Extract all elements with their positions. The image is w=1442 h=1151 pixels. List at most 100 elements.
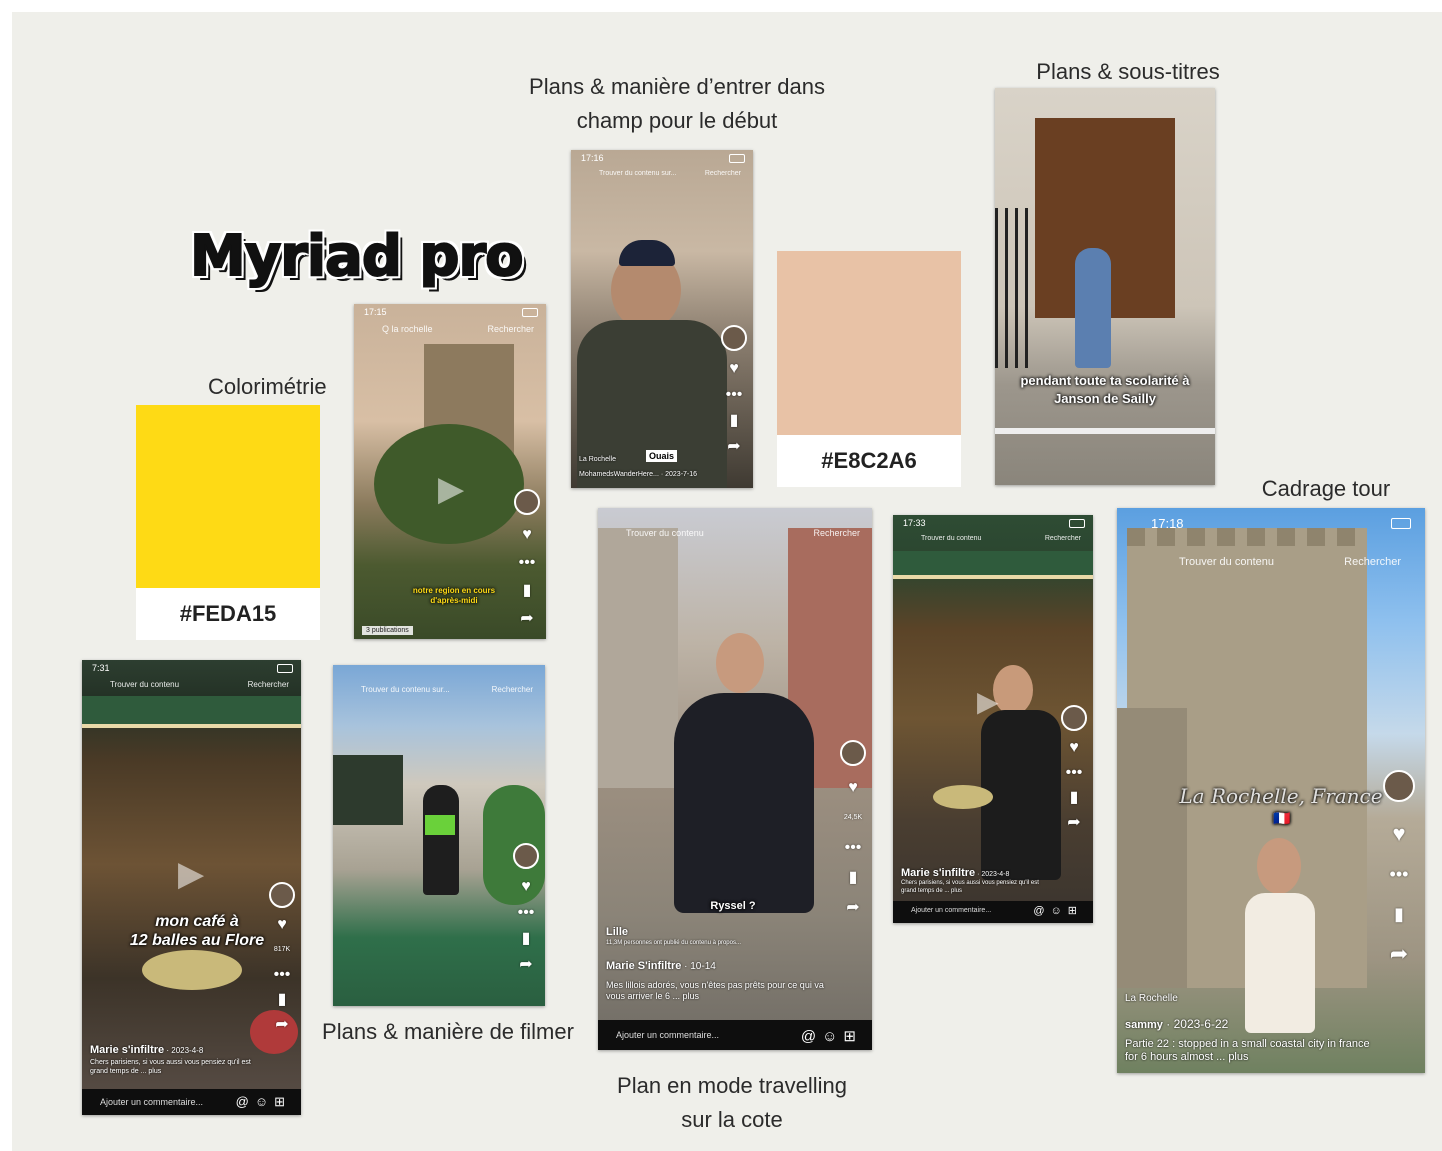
username[interactable]: sammy xyxy=(1125,1019,1163,1031)
play-icon[interactable]: ▶ xyxy=(977,685,999,718)
comment-input[interactable]: Ajouter un commentaire... xyxy=(911,907,991,914)
comment-bar-icons[interactable]: @☺⊞ xyxy=(236,1094,291,1110)
caption-text: Partie 22 : stopped in a small coastal c… xyxy=(1125,1038,1370,1063)
bookmark-icon[interactable]: ▮ xyxy=(730,413,739,429)
label-travelling: Plan en mode travelling sur la cote xyxy=(598,1069,866,1137)
person-shape xyxy=(1075,248,1111,368)
caption-header: sammy · 2023-6-22 xyxy=(1125,1017,1229,1032)
comment-bar[interactable]: Ajouter un commentaire... @☺⊞ xyxy=(893,901,1093,923)
place-tag[interactable]: La Rochelle xyxy=(579,453,713,466)
search-button[interactable]: Rechercher xyxy=(705,170,741,177)
bookmark-icon[interactable]: ▮ xyxy=(278,992,287,1008)
search-button[interactable]: Rechercher xyxy=(1344,556,1401,568)
comment-bar-icons[interactable]: @☺⊞ xyxy=(1033,904,1083,917)
username[interactable]: Marie S'infiltre xyxy=(606,960,681,972)
table-shape xyxy=(933,785,993,809)
status-time: 7:31 xyxy=(92,663,110,673)
share-icon[interactable]: ➦ xyxy=(727,439,740,455)
comment-icon[interactable]: ••• xyxy=(1390,865,1409,883)
text-overlay: mon café à 12 balles au Flore xyxy=(122,912,272,950)
swatch-fill xyxy=(777,251,961,435)
avatar[interactable] xyxy=(1061,705,1087,731)
share-icon[interactable]: ➦ xyxy=(519,957,532,973)
comment-bar-icons[interactable]: @☺⊞ xyxy=(801,1027,862,1045)
bookmark-icon[interactable]: ▮ xyxy=(849,870,858,886)
face-shape xyxy=(993,665,1033,715)
search-bar[interactable]: Trouver du contenu sur... Rechercher xyxy=(579,168,745,184)
share-icon[interactable]: ➦ xyxy=(520,611,533,627)
label-sous-titres: Plans & sous-titres xyxy=(1036,59,1220,84)
action-rail: ♥ ••• ▮ ➦ xyxy=(1061,705,1087,831)
heart-icon[interactable]: ♥ xyxy=(521,879,531,895)
search-query: Trouver du contenu sur... xyxy=(599,170,677,177)
heart-icon[interactable]: ♥ xyxy=(848,780,858,796)
screenshot-tower-sunset: 17:15 Q la rochelle Rechercher ▶ notre re… xyxy=(354,304,546,639)
heart-icon[interactable]: ♥ xyxy=(277,917,287,933)
bookmark-icon[interactable]: ▮ xyxy=(523,583,532,599)
comment-bar[interactable]: Ajouter un commentaire... @☺⊞ xyxy=(82,1089,301,1115)
overlay-line: 12 balles au Flore xyxy=(129,932,265,949)
search-button[interactable]: Rechercher xyxy=(1045,535,1081,542)
avatar[interactable] xyxy=(269,882,295,908)
avatar[interactable] xyxy=(721,325,747,351)
search-bar[interactable]: Trouver du contenu sur... Rechercher xyxy=(341,683,537,699)
subtitle-line: d'après-midi xyxy=(430,596,478,605)
avatar[interactable] xyxy=(840,740,866,766)
comment-input[interactable]: Ajouter un commentaire... xyxy=(100,1097,203,1107)
comment-input[interactable]: Ajouter un commentaire... xyxy=(616,1030,719,1040)
search-button[interactable]: Rechercher xyxy=(492,685,533,694)
search-bar[interactable]: Trouver du contenu Rechercher xyxy=(901,533,1085,549)
avatar[interactable] xyxy=(1383,770,1415,802)
bookmark-icon[interactable]: ▮ xyxy=(522,931,531,947)
action-rail: ♥ ••• ▮ ➦ xyxy=(513,843,539,973)
publications-badge[interactable]: 3 publications xyxy=(362,626,413,635)
comment-icon[interactable]: ••• xyxy=(1066,765,1083,781)
avatar[interactable] xyxy=(514,489,540,515)
subtitle-line: pendant toute ta scolarité à xyxy=(1020,373,1190,388)
bookmark-icon[interactable]: ▮ xyxy=(1070,790,1079,806)
search-bar[interactable]: Trouver du contenu Rechercher xyxy=(1125,554,1417,570)
place-tag[interactable]: Lille 11,3M personnes ont publié du cont… xyxy=(606,926,832,947)
play-icon[interactable]: ▶ xyxy=(438,469,464,509)
avatar[interactable] xyxy=(513,843,539,869)
search-button[interactable]: Rechercher xyxy=(248,680,289,689)
comment-icon[interactable]: ••• xyxy=(519,555,536,571)
place-tag[interactable]: La Rochelle xyxy=(1125,992,1385,1005)
heart-icon[interactable]: ♥ xyxy=(1069,740,1079,756)
username[interactable]: MohamedsWanderHere... xyxy=(579,471,659,478)
share-icon[interactable]: ➦ xyxy=(1390,943,1408,965)
heart-icon[interactable]: ♥ xyxy=(729,361,739,377)
comment-icon[interactable]: ••• xyxy=(518,905,535,921)
table-shape xyxy=(142,950,242,990)
search-query: Trouver du contenu xyxy=(1179,556,1274,568)
comment-icon[interactable]: ••• xyxy=(845,840,862,856)
share-icon[interactable]: ➦ xyxy=(846,900,859,916)
comment-icon[interactable]: ••• xyxy=(274,967,291,983)
heart-icon[interactable]: ♥ xyxy=(522,527,532,543)
search-button[interactable]: Rechercher xyxy=(813,528,860,538)
place-subtitle: 11,3M personnes ont publié du contenu à … xyxy=(606,940,741,946)
heart-icon[interactable]: ♥ xyxy=(1392,823,1405,845)
place-name: Lille xyxy=(606,926,629,938)
play-icon[interactable]: ▶ xyxy=(178,854,204,894)
face-shape xyxy=(716,633,764,693)
post-date: 2023-6-22 xyxy=(1173,1017,1229,1031)
search-bar[interactable]: Trouver du contenu Rechercher xyxy=(90,678,293,694)
subtitle-line: notre region en cours xyxy=(412,586,496,595)
username[interactable]: Marie s'infiltre xyxy=(90,1044,164,1056)
bookmark-icon[interactable]: ▮ xyxy=(1394,905,1404,923)
search-button[interactable]: Rechercher xyxy=(487,324,534,334)
swatch-code: #FEDA15 xyxy=(179,601,277,626)
search-bar[interactable]: Trouver du contenu Rechercher xyxy=(606,526,864,542)
status-time: 17:18 xyxy=(1151,516,1184,531)
username[interactable]: Marie s'infiltre xyxy=(901,867,975,879)
comment-bar[interactable]: Ajouter un commentaire... @☺⊞ xyxy=(598,1020,872,1050)
post-date: 10-14 xyxy=(690,961,716,972)
search-bar[interactable]: Q la rochelle Rechercher xyxy=(362,322,538,338)
like-count: 24,5K xyxy=(843,814,863,821)
comment-icon[interactable]: ••• xyxy=(726,387,743,403)
post-date: 2023-4-8 xyxy=(981,871,1010,878)
share-icon[interactable]: ➦ xyxy=(275,1017,288,1033)
wall-shape xyxy=(1117,708,1187,988)
share-icon[interactable]: ➦ xyxy=(1067,815,1080,831)
